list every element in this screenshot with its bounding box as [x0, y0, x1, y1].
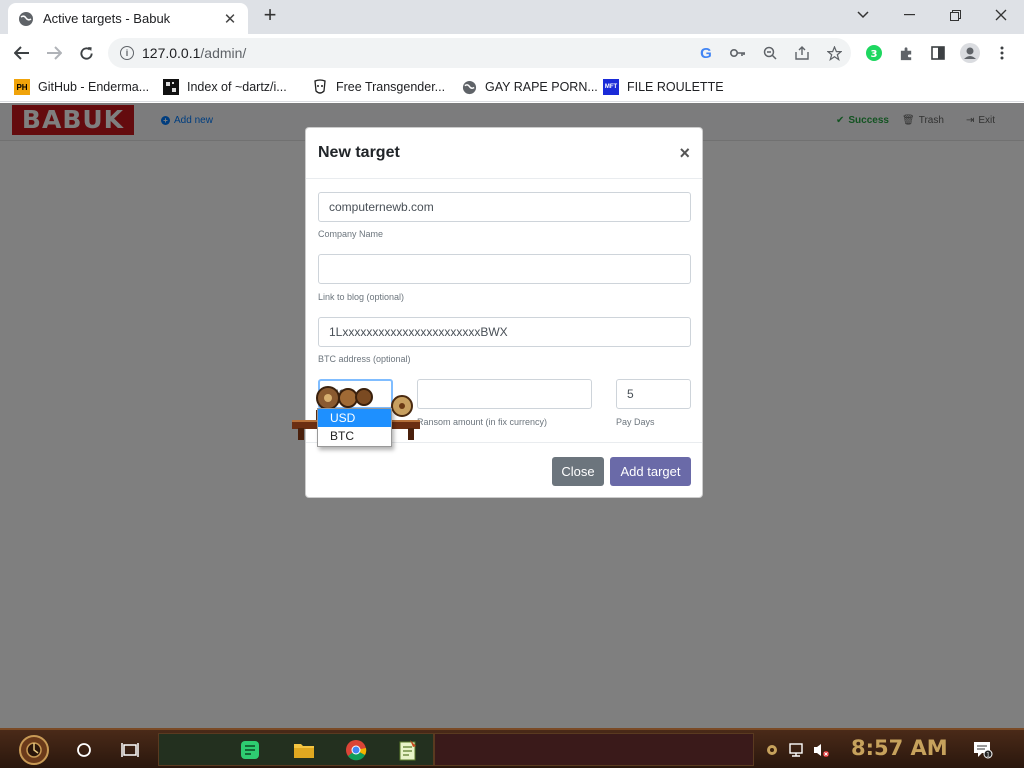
bookmark-github[interactable]: PH GitHub - Enderma...	[14, 77, 149, 97]
bookmark-label: GitHub - Enderma...	[38, 80, 150, 94]
bookmark-label: Index of ~dartz/i...	[187, 80, 287, 94]
modal-title: New target	[318, 144, 400, 161]
taskbar: 8:57 AM 1	[0, 728, 1024, 768]
ph-icon: PH	[14, 79, 30, 95]
extensions-puzzle-icon[interactable]	[896, 43, 916, 63]
taskbar-clock[interactable]: 8:57 AM	[851, 736, 948, 760]
volume-muted-icon[interactable]	[810, 734, 832, 766]
reload-icon[interactable]	[72, 40, 100, 66]
modal-footer: Close Add target	[306, 442, 702, 498]
page-content: BABUK + Add new ✔ Success 🗑 Trash ⇥ Exit…	[0, 103, 1024, 728]
gear-tray-icon[interactable]	[764, 734, 780, 766]
bookmark-label: GAY RAPE PORN...	[485, 80, 598, 94]
bookmark-file-roulette[interactable]: MFT FILE ROULETTE	[603, 77, 724, 97]
bookmark-free-transgender[interactable]: Free Transgender...	[312, 77, 445, 97]
bookmarks-bar: PH GitHub - Enderma... Index of ~dartz/i…	[0, 72, 1024, 102]
chrome-icon[interactable]	[342, 734, 370, 766]
blog-link-input[interactable]	[318, 254, 691, 284]
modal-close-icon[interactable]: ×	[679, 143, 690, 164]
bookmark-label: FILE ROULETTE	[627, 80, 724, 94]
currency-option-btc[interactable]: BTC	[318, 427, 391, 445]
bookmark-label: Free Transgender...	[336, 80, 446, 94]
task-view-icon[interactable]	[116, 734, 144, 766]
notifications-icon[interactable]: 1	[970, 734, 996, 766]
more-menu-icon[interactable]	[992, 43, 1012, 63]
currency-dropdown-list: USD BTC	[317, 408, 392, 447]
ransom-amount-label: Ransom amount (in fix currency)	[417, 417, 548, 427]
btc-address-label: BTC address (optional)	[318, 354, 411, 364]
minimize-icon[interactable]	[886, 0, 932, 30]
share-icon[interactable]	[792, 43, 812, 63]
tab-search-icon[interactable]	[840, 0, 886, 30]
bookmark-index-dartz[interactable]: Index of ~dartz/i...	[163, 77, 287, 97]
address-path: /admin/	[200, 45, 247, 61]
currency-option-usd[interactable]: USD	[318, 409, 391, 427]
modal-header: New target ×	[306, 128, 702, 179]
globe-icon	[19, 11, 33, 26]
tab-close-icon[interactable]: ✕	[222, 10, 238, 28]
key-icon[interactable]	[728, 43, 748, 63]
face-icon	[312, 79, 328, 95]
btc-address-input[interactable]: 1LxxxxxxxxxxxxxxxxxxxxxxxBWX	[318, 317, 691, 347]
forward-icon[interactable]	[40, 40, 68, 66]
bookmark-star-icon[interactable]	[824, 43, 844, 63]
back-icon[interactable]	[8, 40, 36, 66]
close-button[interactable]: Close	[552, 457, 604, 486]
tab-title: Active targets - Babuk	[43, 11, 171, 26]
google-translate-icon[interactable]: G	[696, 43, 716, 63]
globe-icon	[461, 79, 477, 95]
taskbar-empty-panel	[434, 733, 754, 766]
zoom-icon[interactable]	[760, 43, 780, 63]
company-name-label: Company Name	[318, 229, 384, 239]
profile-avatar-icon[interactable]	[960, 43, 980, 63]
company-name-input[interactable]: computernewb.com	[318, 192, 691, 222]
file-explorer-icon[interactable]	[290, 734, 318, 766]
side-panel-icon[interactable]	[928, 43, 948, 63]
browser-toolbar: i 127.0.0.1/admin/ G 3	[0, 34, 1024, 72]
grid-icon	[163, 79, 179, 95]
mft-icon: MFT	[603, 79, 619, 95]
start-button[interactable]	[10, 734, 58, 766]
add-target-button[interactable]: Add target	[610, 457, 691, 486]
notepad-icon[interactable]	[394, 734, 422, 766]
new-tab-icon[interactable]: +	[258, 4, 282, 28]
svg-text:1: 1	[986, 752, 990, 759]
info-icon[interactable]: i	[120, 46, 134, 60]
tab-strip: Active targets - Babuk ✕ +	[0, 0, 1024, 34]
svg-text:3: 3	[871, 49, 878, 60]
search-circle-icon[interactable]	[70, 734, 98, 766]
bookmark-globe[interactable]: GAY RAPE PORN...	[461, 77, 598, 97]
address-host: 127.0.0.1	[142, 45, 201, 61]
blog-link-label: Link to blog (optional)	[318, 292, 405, 302]
extension-three-icon[interactable]: 3	[864, 43, 884, 63]
pay-days-input[interactable]: 5	[616, 379, 691, 409]
tab-active-targets[interactable]: Active targets - Babuk ✕	[8, 3, 248, 34]
network-icon[interactable]	[786, 734, 808, 766]
close-window-icon[interactable]	[978, 0, 1024, 30]
pay-days-label: Pay Days	[616, 417, 655, 427]
restore-icon[interactable]	[932, 0, 978, 30]
ransom-amount-input[interactable]	[417, 379, 592, 409]
notes-app-icon[interactable]	[236, 734, 264, 766]
